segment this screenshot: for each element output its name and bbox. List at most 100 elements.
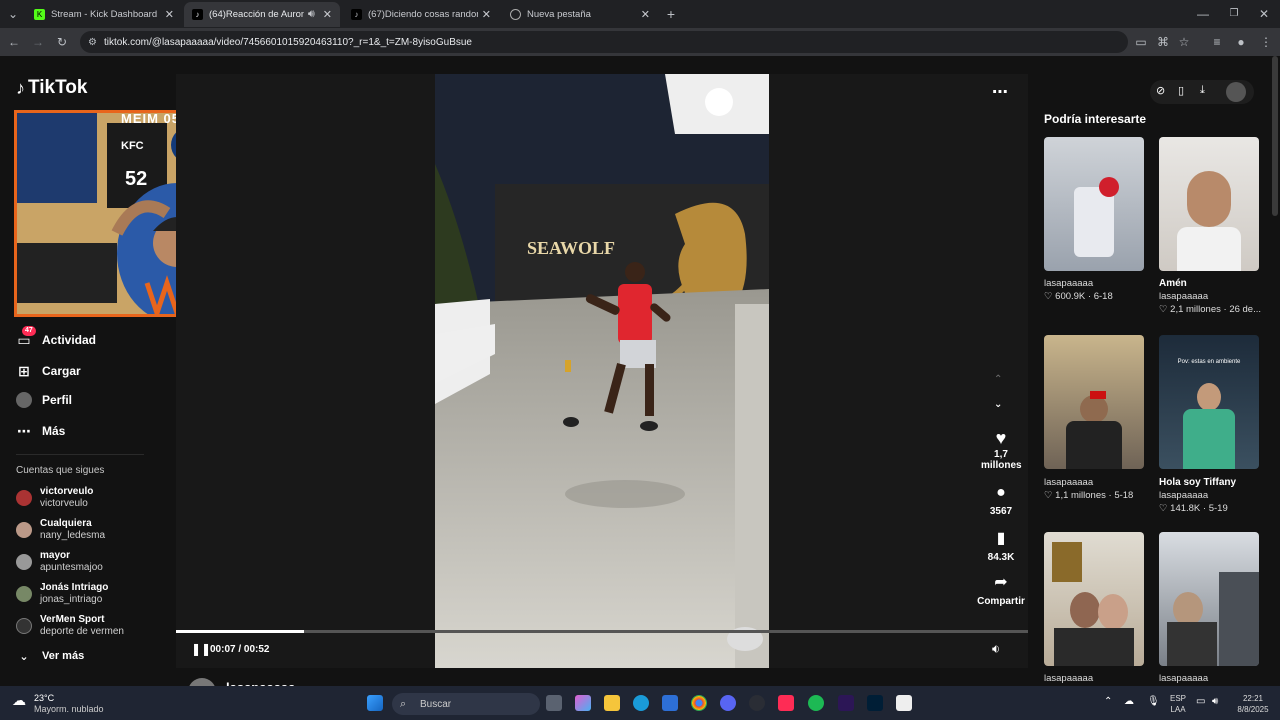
suggestion-thumb[interactable] xyxy=(1159,137,1259,271)
suggestions-panel: Podría interesarte lasapaaaaa ♡ 600.9K ·… xyxy=(1044,56,1280,686)
tiktok-icon: ♪ xyxy=(192,9,203,20)
windows-start-icon[interactable] xyxy=(367,695,383,711)
like-button[interactable]: ♥ 1,7 millones xyxy=(971,428,1031,471)
progress-fill xyxy=(176,630,304,633)
author-avatar[interactable] xyxy=(188,678,216,686)
weather-widget[interactable]: 23°C Mayorm. nublado xyxy=(34,693,104,715)
volume-icon[interactable]: 🔉︎ xyxy=(992,641,1000,657)
suggestion-info[interactable]: lasapaaaaa xyxy=(1159,672,1269,685)
following-item[interactable]: VerMen Sport deporte de vermen xyxy=(16,614,124,638)
clock-time: 22:21 xyxy=(1242,694,1264,703)
photoshop-icon[interactable] xyxy=(867,695,883,711)
suggestion-author: lasapaaaaa xyxy=(1159,291,1209,302)
pause-icon[interactable]: ❚❚ xyxy=(191,642,211,656)
suggestion-thumb[interactable] xyxy=(1044,335,1144,469)
file-explorer-icon[interactable] xyxy=(604,695,620,711)
avatar xyxy=(16,522,32,538)
microphone-icon[interactable]: 🎙︎ xyxy=(1147,696,1160,707)
tiktok-logo[interactable]: ♪ TikTok xyxy=(16,77,87,99)
taskbar-search[interactable]: ⌕ Buscar xyxy=(392,693,540,715)
speaker-icon[interactable]: 🔊︎ xyxy=(308,8,315,21)
suggestion-info[interactable]: lasapaaaaa ♡ 1,1 millones · 5-18 xyxy=(1044,476,1154,502)
nav-actividad[interactable]: ▭ 47 Actividad xyxy=(16,326,96,348)
premiere-icon[interactable] xyxy=(838,695,854,711)
menu-icon[interactable]: ⋮ xyxy=(1259,34,1273,50)
chevron-down-icon[interactable]: ⌄ xyxy=(994,399,1002,410)
close-icon[interactable]: ✕ xyxy=(641,8,650,21)
edge-icon[interactable] xyxy=(633,695,649,711)
nav-cargar[interactable]: ⊞ Cargar xyxy=(16,363,81,379)
chevron-up-icon[interactable]: ⌃ xyxy=(994,374,1002,385)
new-tab-icon[interactable]: + xyxy=(664,6,678,22)
cast-icon[interactable]: ▭ xyxy=(1134,34,1148,50)
ver-mas-link[interactable]: ⌄ Ver más xyxy=(16,648,84,664)
tab-tiktok-2[interactable]: ♪ (67)Diciendo cosas random y el ✕ xyxy=(343,2,499,27)
address-bar[interactable]: ⚙ tiktok.com/@lasapaaaaa/video/745660101… xyxy=(80,31,1128,53)
tiktok-app-icon[interactable] xyxy=(778,695,794,711)
network-icon[interactable]: ▭ xyxy=(1196,696,1205,707)
tab-new[interactable]: Nueva pestaña ✕ xyxy=(502,2,658,27)
profile-icon[interactable]: ● xyxy=(1234,34,1248,50)
tab-title: (64)Reacción de Auron a Le xyxy=(209,9,304,20)
translate-icon[interactable]: ⌘ xyxy=(1156,34,1170,50)
following-item[interactable]: mayor apuntesmajoo xyxy=(16,550,103,574)
tray-chevron-icon[interactable]: ⌃ xyxy=(1104,696,1112,707)
language-indicator[interactable]: ESP LAA xyxy=(1164,693,1192,715)
reload-icon[interactable]: ↻ xyxy=(55,34,69,50)
suggestion-date: 5-18 xyxy=(1114,490,1134,501)
forward-icon[interactable]: → xyxy=(31,34,45,50)
suggestion-info[interactable]: lasapaaaaa xyxy=(1044,672,1154,685)
tray-app-icon[interactable]: ☁ xyxy=(1124,696,1134,707)
weather-icon[interactable]: ☁ xyxy=(12,692,26,709)
minimize-icon[interactable]: — xyxy=(1196,6,1210,22)
capcut-icon[interactable] xyxy=(896,695,912,711)
following-item[interactable]: Jonás Intriago jonas_intriago xyxy=(16,582,108,606)
avatar xyxy=(16,618,32,634)
task-view-icon[interactable] xyxy=(546,695,562,711)
clock[interactable]: 22:21 8/8/2025 xyxy=(1234,693,1272,715)
close-icon[interactable]: ✕ xyxy=(165,8,174,21)
tab-tiktok-active[interactable]: ♪ (64)Reacción de Auron a Le 🔊︎ ✕ xyxy=(184,2,340,27)
scrollbar[interactable] xyxy=(1272,56,1278,216)
bookmark-star-icon[interactable]: ☆ xyxy=(1177,34,1191,50)
copilot-icon[interactable] xyxy=(575,695,591,711)
site-info-icon[interactable]: ⚙ xyxy=(88,37,97,48)
suggestion-thumb[interactable] xyxy=(1044,137,1144,271)
chrome-icon[interactable] xyxy=(691,695,707,711)
nav-perfil[interactable]: Perfil xyxy=(16,392,72,408)
video-frame[interactable]: SEAWOLF xyxy=(435,74,769,668)
share-button[interactable]: ➦ Compartir xyxy=(971,572,1031,607)
suggestion-thumb[interactable]: Pov: estas en ambiente xyxy=(1159,335,1259,469)
avatar xyxy=(16,586,32,602)
following-item[interactable]: victorveulo victorveulo xyxy=(16,486,93,510)
suggestion-info[interactable]: Hola soy Tiffany lasapaaaaa ♡ 141.8K · 5… xyxy=(1159,476,1269,515)
spotify-icon[interactable] xyxy=(808,695,824,711)
comment-button[interactable]: ● 3567 xyxy=(971,484,1031,517)
nav-mas[interactable]: ⋯ Más xyxy=(16,423,65,439)
suggestion-thumb[interactable] xyxy=(1044,532,1144,666)
discord-icon[interactable] xyxy=(720,695,736,711)
volume-tray-icon[interactable]: 🔊︎ xyxy=(1212,696,1218,707)
close-icon[interactable]: ✕ xyxy=(482,8,491,21)
tab-search-icon[interactable]: ⌄ xyxy=(6,6,20,22)
video-progress-bar[interactable] xyxy=(176,630,1028,633)
comment-icon: ● xyxy=(996,484,1006,501)
obs-icon[interactable] xyxy=(749,695,765,711)
more-options-icon[interactable]: ⋯ xyxy=(992,82,1008,102)
video-player[interactable]: SEAWOLF ⋯ ⌃ ⌄ ♥ 1,7 millones ● 3567 ▮ 84… xyxy=(176,74,1028,668)
nav-label: Perfil xyxy=(42,393,73,407)
window-close-icon[interactable]: ✕ xyxy=(1257,6,1271,22)
save-button[interactable]: ▮ 84.3K xyxy=(971,528,1031,563)
tiktok-note-icon: ♪ xyxy=(16,77,25,98)
media-icon[interactable]: ≡ xyxy=(1210,34,1224,50)
suggestion-info[interactable]: Amén lasapaaaaa ♡ 2,1 millones · 26 de..… xyxy=(1159,277,1269,316)
restore-icon[interactable]: ❐ xyxy=(1227,6,1241,22)
store-icon[interactable] xyxy=(662,695,678,711)
close-icon[interactable]: ✕ xyxy=(323,8,332,21)
suggestion-thumb[interactable] xyxy=(1159,532,1259,666)
suggestion-info[interactable]: lasapaaaaa ♡ 600.9K · 6-18 xyxy=(1044,277,1154,303)
following-name: Cualquiera xyxy=(40,518,92,529)
tab-kick[interactable]: K Stream - Kick Dashboard ✕ xyxy=(26,2,182,27)
back-icon[interactable]: ← xyxy=(7,34,21,50)
following-item[interactable]: Cualquiera nany_ledesma xyxy=(16,518,105,542)
